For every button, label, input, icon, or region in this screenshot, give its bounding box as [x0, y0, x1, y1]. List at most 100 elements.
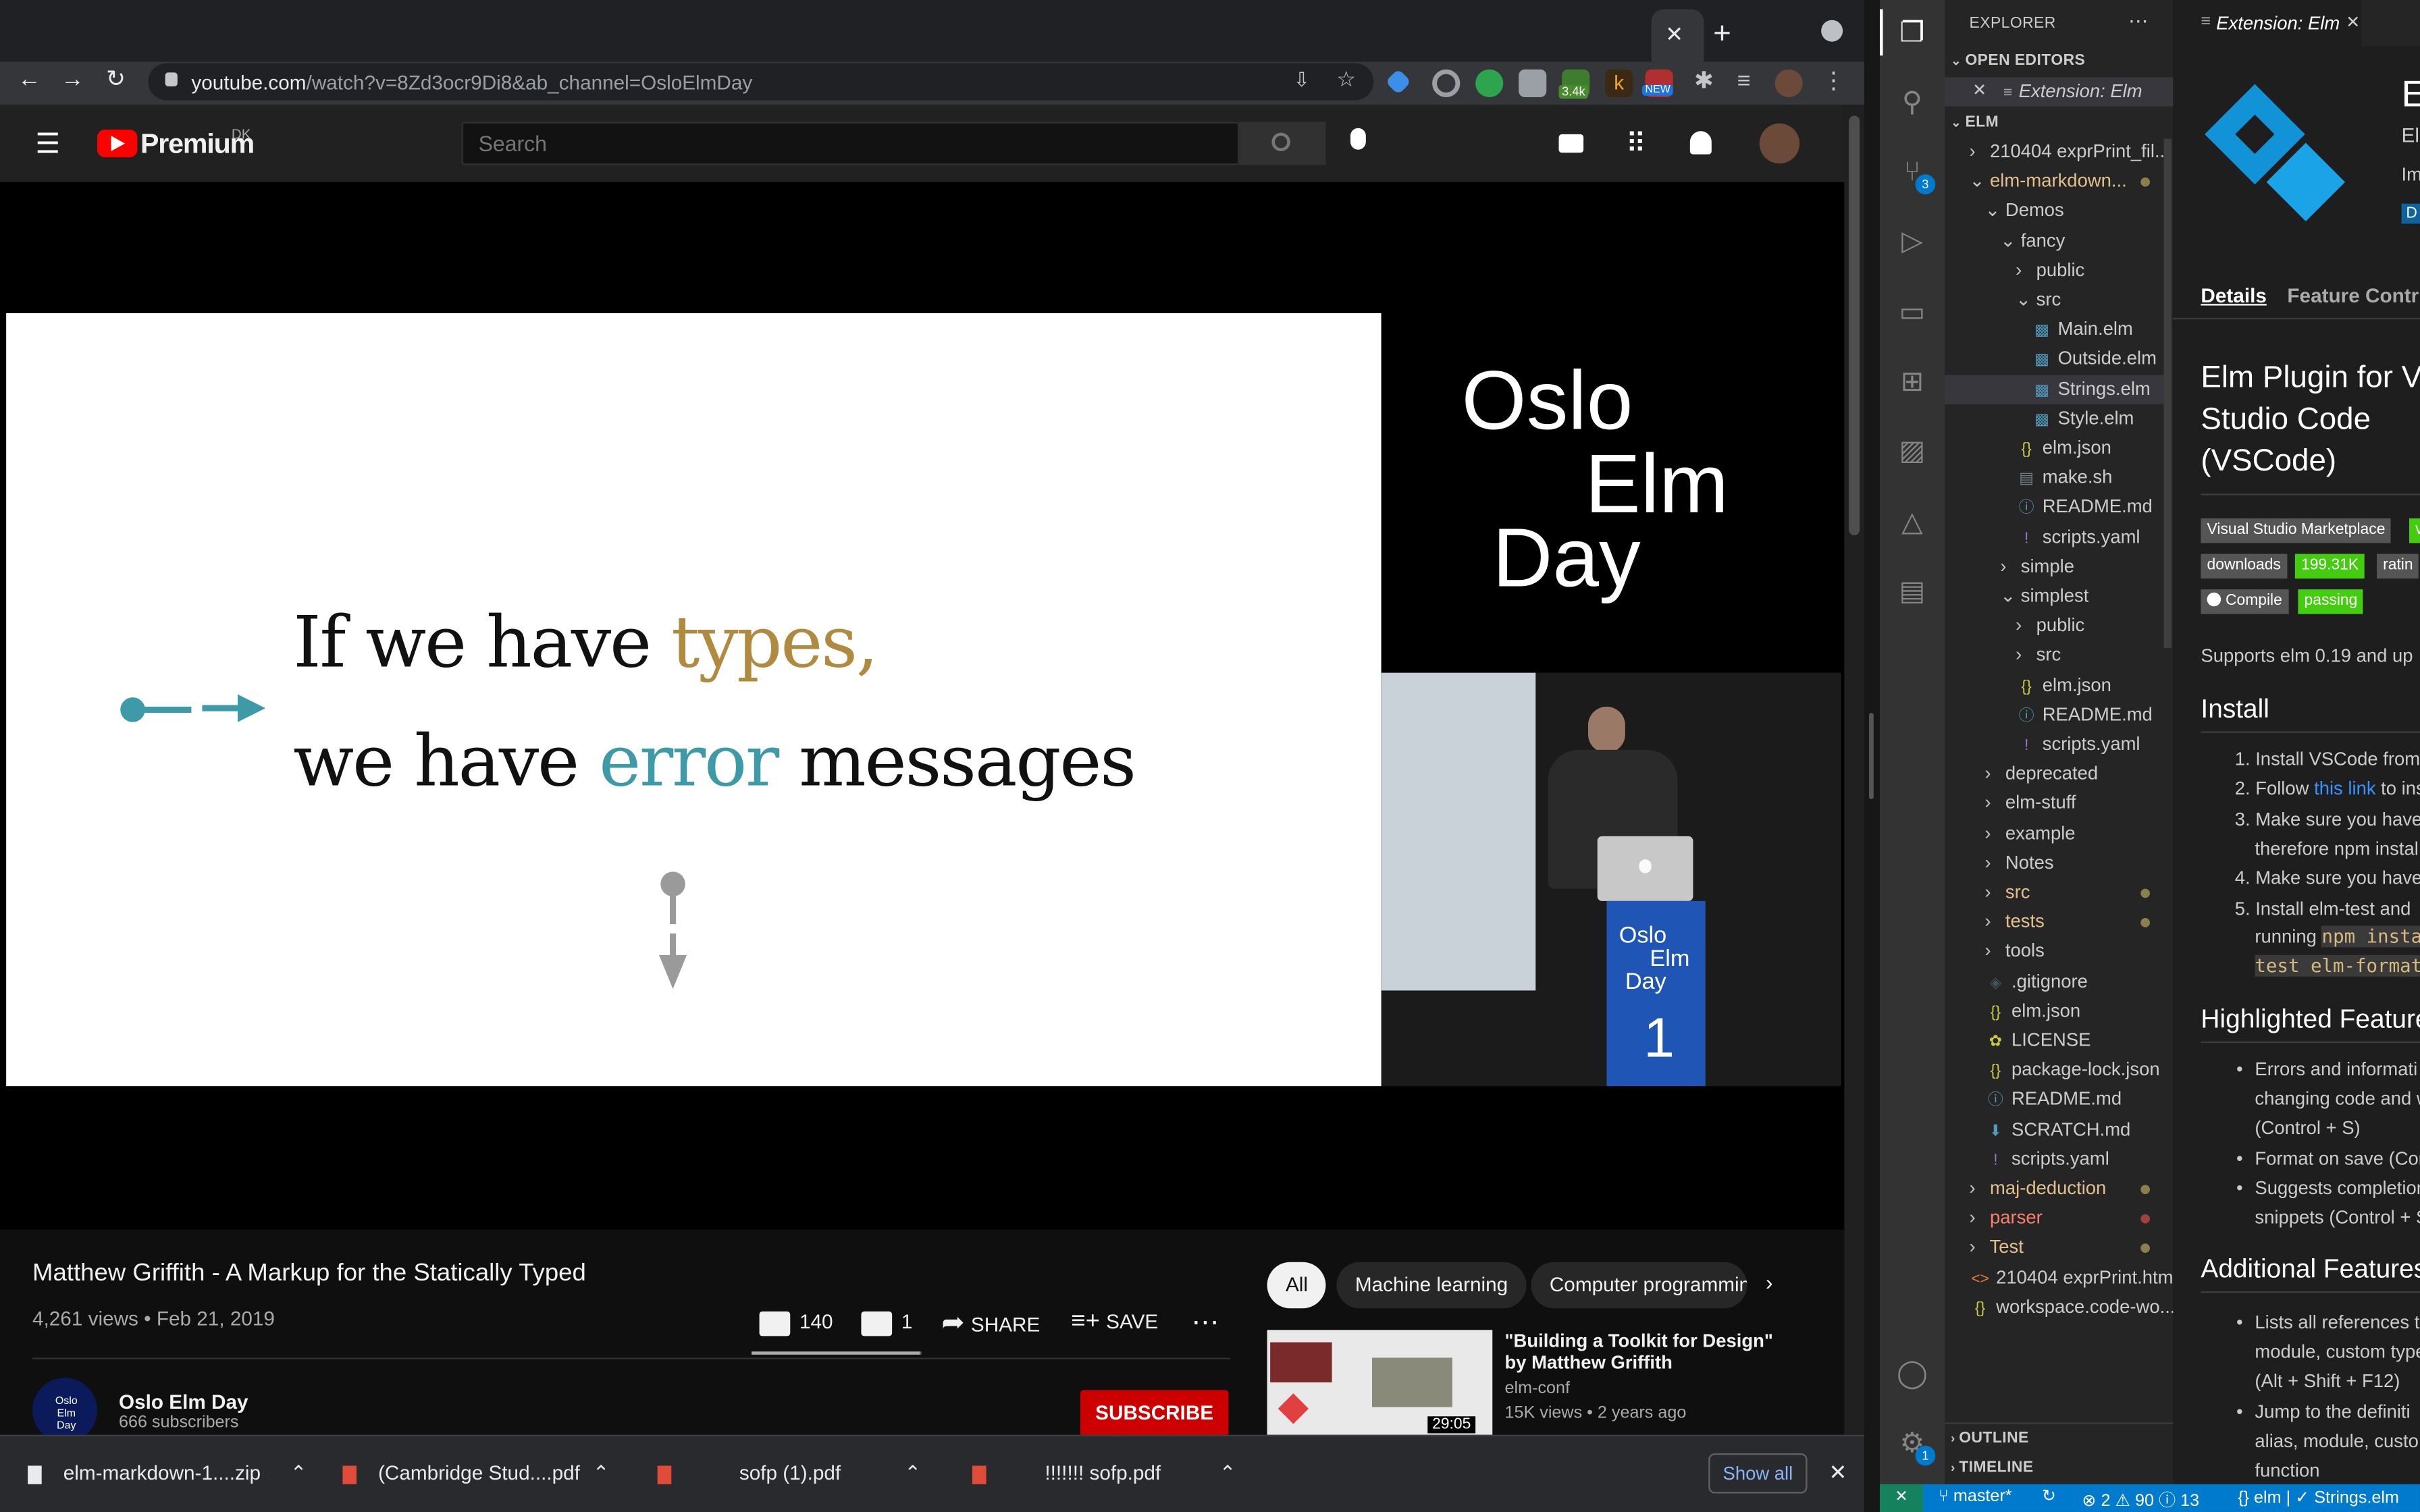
dislike-button[interactable]: 1	[861, 1303, 912, 1341]
user-avatar[interactable]	[1759, 123, 1800, 164]
channel-name[interactable]: Oslo Elm Day	[119, 1390, 248, 1413]
explorer-scrollbar[interactable]	[2163, 138, 2172, 648]
rating-badge-label[interactable]: ratin	[2376, 554, 2419, 579]
back-icon[interactable]: ←	[12, 61, 46, 99]
bookmark-star-icon[interactable]: ☆	[1336, 66, 1356, 92]
tree-file[interactable]: ▤ make.sh	[2016, 463, 2112, 492]
extensions-icon[interactable]: ⊞	[1894, 362, 1931, 400]
image-preview-icon[interactable]: ▨	[1894, 432, 1931, 469]
tree-folder[interactable]: › parser	[1970, 1204, 2043, 1233]
channel-avatar[interactable]: Oslo Elm Day	[32, 1378, 97, 1443]
youtube-logo[interactable]	[97, 129, 138, 158]
accounts-icon[interactable]: ◯	[1894, 1355, 1931, 1392]
tree-folder[interactable]: › tests	[1984, 907, 2044, 936]
tree-folder[interactable]: › example	[1984, 819, 2075, 848]
tree-file[interactable]: ▩ Outside.elm	[2031, 345, 2157, 374]
tab-close-icon[interactable]: ✕	[2346, 12, 2360, 32]
open-editor-close-icon[interactable]: ✕	[1972, 77, 1987, 106]
page-scrollbar-thumb[interactable]	[1849, 115, 1860, 536]
problems-status[interactable]: ⊗ 2 ⚠ 90 ⓘ 13	[2082, 1487, 2199, 1512]
tree-folder[interactable]: ⌄ Demos	[1984, 196, 2063, 225]
active-tab[interactable]: ✕	[1651, 9, 1704, 62]
compile-badge-value[interactable]: passing	[2298, 589, 2364, 614]
download-item-zip[interactable]: elm-markdown-1....zip ⌃	[28, 1447, 315, 1500]
close-downloads-icon[interactable]: ✕	[1829, 1459, 1847, 1486]
workspace-folder-header[interactable]: ⌄ ELM	[1951, 114, 1999, 131]
tree-file[interactable]: ✿ LICENSE	[1984, 1026, 2091, 1055]
tree-file[interactable]: ▩ Strings.elm	[2031, 374, 2151, 403]
tree-file[interactable]: {} package-lock.json	[1984, 1056, 2160, 1085]
download-item-sofp-1[interactable]: sofp (1).pdf ⌃	[657, 1447, 945, 1500]
docker-icon[interactable]: ▤	[1894, 572, 1931, 610]
apps-grid-icon[interactable]: ⠿	[1617, 125, 1654, 162]
details-tab[interactable]: Details	[2201, 284, 2266, 307]
install-link[interactable]: this link	[2314, 778, 2375, 799]
downloads-badge-value[interactable]: 199.31K	[2294, 554, 2365, 579]
reload-icon[interactable]: ↻	[99, 61, 132, 99]
extension-disable-button[interactable]: D	[2401, 203, 2420, 224]
git-branch-status[interactable]: ⑂ master*	[1939, 1487, 2012, 1505]
explorer-more-icon[interactable]: ⋯	[2128, 9, 2149, 34]
extensions-puzzle-icon[interactable]: ✱	[1689, 63, 1720, 101]
download-item-sofp[interactable]: !!!!!!! sofp.pdf ⌃	[972, 1447, 1259, 1500]
tree-file[interactable]: {} elm.json	[2016, 433, 2111, 462]
explorer-files-icon[interactable]: ❐	[1894, 14, 1931, 51]
hamburger-menu-icon[interactable]: ☰	[31, 125, 65, 162]
window-resize-handle[interactable]	[1868, 712, 1874, 799]
address-bar[interactable]: youtube.com/watch?v=8Zd3ocr9Di8&ab_chann…	[148, 63, 1374, 101]
like-button[interactable]: 140	[759, 1303, 833, 1341]
download-item-cambridge[interactable]: (Cambridge Stud....pdf ⌃	[342, 1447, 629, 1500]
youtube-search-input[interactable]	[461, 122, 1240, 165]
tree-file[interactable]: ▩ Style.elm	[2031, 404, 2134, 433]
tree-file[interactable]: ! scripts.yaml	[2016, 522, 2140, 551]
recommended-title[interactable]: "Building a Toolkit for Design" by Matth…	[1505, 1330, 1783, 1373]
tree-file[interactable]: ⓘ README.md	[1984, 1085, 2122, 1114]
compile-badge-label[interactable]: Compile	[2201, 589, 2288, 614]
tree-folder[interactable]: › src	[1984, 878, 2030, 907]
tree-file[interactable]: ◈ .gitignore	[1984, 967, 2088, 996]
save-button[interactable]: ≡+ SAVE	[1071, 1303, 1158, 1341]
tree-folder[interactable]: ⌄ fancy	[2000, 226, 2065, 255]
install-icon[interactable]: ⇩	[1293, 68, 1310, 93]
tree-file[interactable]: <> 210404 exprPrint.html	[1970, 1263, 2177, 1292]
tree-folder[interactable]: › elm-stuff	[1984, 789, 2076, 818]
download-options-chevron-icon[interactable]: ⌃	[1219, 1447, 1236, 1500]
sync-icon[interactable]: ↻	[2042, 1486, 2056, 1505]
chip-machine-learning[interactable]: Machine learning	[1336, 1262, 1527, 1309]
download-options-chevron-icon[interactable]: ⌃	[593, 1447, 610, 1500]
tree-file[interactable]: {} elm.json	[1984, 996, 2080, 1025]
open-editors-header[interactable]: ⌄ OPEN EDITORS	[1951, 53, 2085, 70]
language-status[interactable]: {} elm | ✓ Strings.elm	[2238, 1487, 2399, 1507]
download-options-chevron-icon[interactable]: ⌃	[904, 1447, 921, 1500]
show-all-downloads-button[interactable]: Show all	[1708, 1453, 1808, 1494]
remote-indicator-icon[interactable]: ✕	[1879, 1484, 1923, 1512]
tree-folder[interactable]: › simple	[2000, 552, 2074, 581]
chips-next-icon[interactable]: ›	[1766, 1270, 1773, 1295]
recommended-thumbnail[interactable]: 29:05	[1267, 1330, 1493, 1435]
tree-file[interactable]: ! scripts.yaml	[2016, 730, 2140, 759]
tree-file[interactable]: ! scripts.yaml	[1984, 1145, 2109, 1174]
downloads-badge-label[interactable]: downloads	[2201, 554, 2287, 579]
create-video-icon[interactable]	[1558, 134, 1584, 153]
chip-all[interactable]: All	[1267, 1262, 1327, 1309]
outline-header[interactable]: › OUTLINE	[1951, 1430, 2029, 1447]
youtube-search-button[interactable]	[1239, 122, 1326, 165]
timeline-header[interactable]: › TIMELINE	[1951, 1459, 2033, 1476]
chrome-menu-icon[interactable]: ⋮	[1818, 63, 1849, 101]
tree-folder[interactable]: › maj-deduction	[1970, 1174, 2107, 1203]
extension-square-icon[interactable]	[1519, 69, 1547, 97]
subscribe-button[interactable]: SUBSCRIBE	[1080, 1390, 1229, 1436]
marketplace-badge-label[interactable]: Visual Studio Marketplace	[2201, 518, 2392, 543]
tree-file[interactable]: ⓘ README.md	[2016, 493, 2153, 522]
tree-file[interactable]: ⬇ SCRATCH.md	[1984, 1115, 2130, 1144]
tree-folder[interactable]: ⌄ simplest	[2000, 582, 2088, 611]
tree-folder[interactable]: › public	[2016, 256, 2084, 285]
share-button[interactable]: ➦ SHARE	[941, 1303, 1040, 1341]
chip-computer-programming[interactable]: Computer programmin	[1531, 1262, 1747, 1309]
microphone-icon[interactable]	[1350, 128, 1366, 150]
tree-folder[interactable]: › deprecated	[1984, 759, 2098, 788]
extension-ring-icon[interactable]	[1432, 69, 1461, 97]
tree-folder[interactable]: › 210404 exprPrint_fil...	[1970, 137, 2170, 166]
remote-explorer-icon[interactable]: ▭	[1894, 293, 1931, 330]
tree-file[interactable]: ▩ Main.elm	[2031, 315, 2133, 344]
